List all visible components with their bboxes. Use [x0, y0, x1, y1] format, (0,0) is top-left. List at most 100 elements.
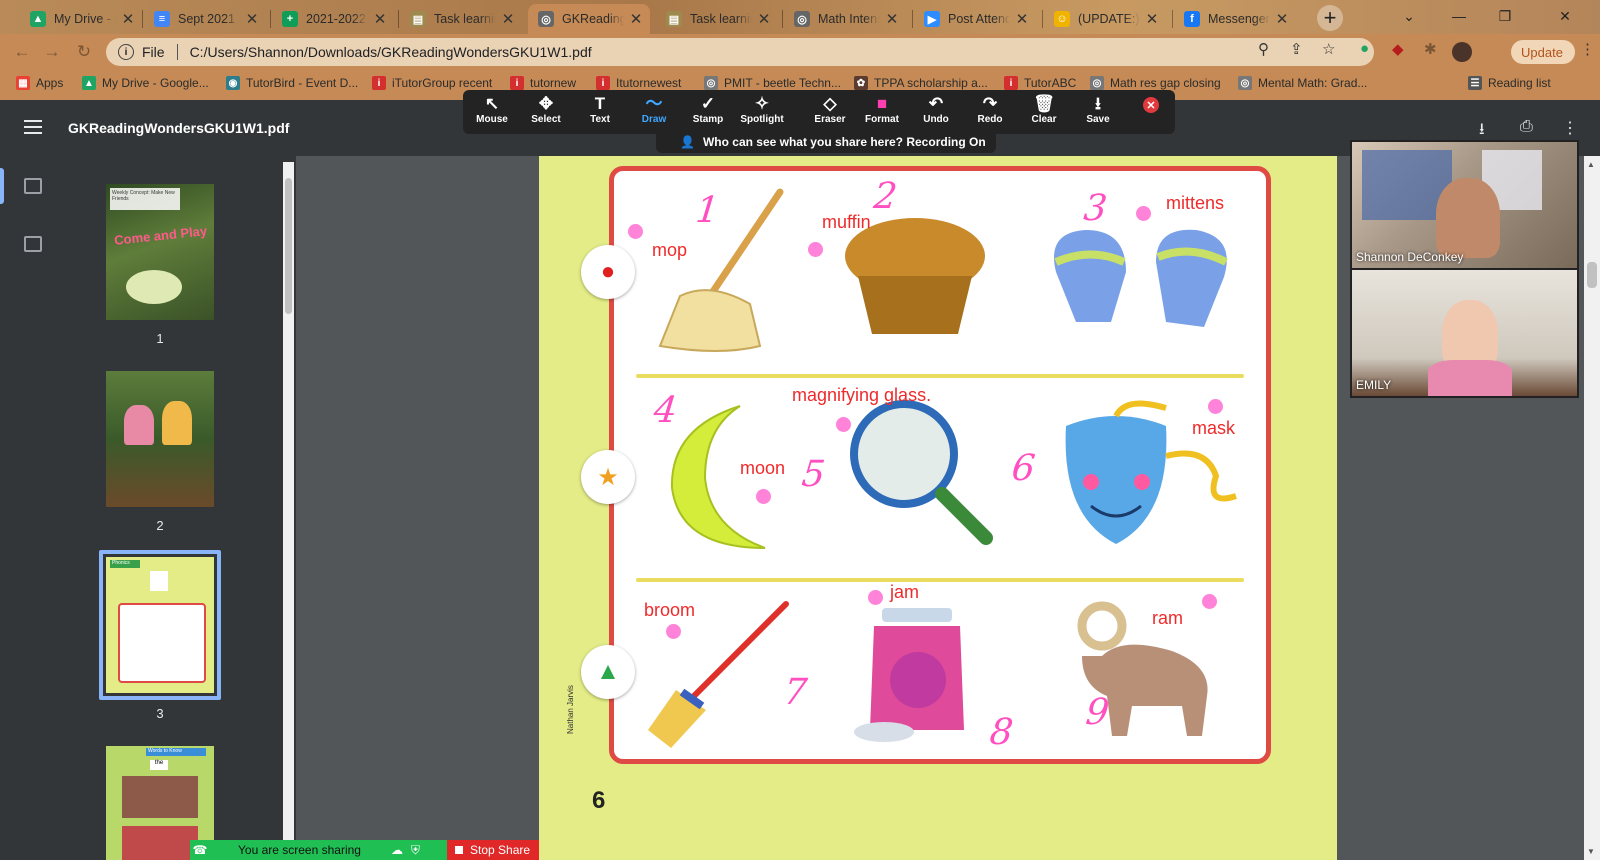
more-options-icon[interactable]: ⋮: [1562, 118, 1578, 138]
close-tab-icon[interactable]: ✕: [884, 10, 900, 28]
video-tile-student[interactable]: EMILY: [1350, 268, 1579, 398]
bookmark-item[interactable]: i tutornew: [510, 76, 576, 90]
outline-icon[interactable]: [24, 236, 42, 252]
zoom-magnifier-icon[interactable]: ⚲: [1258, 40, 1269, 58]
close-tab-icon[interactable]: ✕: [756, 10, 772, 28]
tab-separator: [142, 10, 143, 28]
tab-6[interactable]: ▤ Task learning ✕: [656, 4, 778, 34]
trash-icon: 🗑: [1033, 94, 1055, 113]
scroll-down-icon[interactable]: ▼: [1587, 847, 1595, 856]
tab-9[interactable]: ☺ (UPDATE:) N ✕: [1044, 4, 1166, 34]
tab-5[interactable]: ◎ GKReadingW ✕: [528, 4, 650, 34]
thumbnail-page-1[interactable]: Weekly Concept: Make New Friends Come an…: [106, 184, 214, 320]
close-tab-icon[interactable]: ✕: [120, 10, 136, 28]
video-tile-host[interactable]: Shannon DeConkey: [1350, 140, 1579, 270]
annotate-tool-text[interactable]: T Text: [575, 94, 625, 125]
bookmark-item[interactable]: ☰ Reading list: [1468, 76, 1551, 90]
close-tab-icon[interactable]: ✕: [1274, 10, 1290, 28]
tab-3[interactable]: +2021-2022 S ✕: [272, 4, 394, 34]
thumbnail-page-2[interactable]: [106, 371, 214, 507]
close-tab-icon[interactable]: ✕: [372, 10, 388, 28]
bookmark-item[interactable]: i Itutornewest: [596, 76, 681, 90]
tab-2[interactable]: ≡ Sept 2021 sc ✕: [144, 4, 266, 34]
document-scrollbar[interactable]: ▲ ▼: [1584, 156, 1600, 860]
minimize-icon[interactable]: —: [1436, 0, 1482, 32]
annotate-tool-undo[interactable]: ↶ Undo: [911, 94, 961, 125]
profile-avatar[interactable]: [1452, 42, 1472, 62]
stop-share-button[interactable]: Stop Share: [447, 840, 539, 860]
close-window-icon[interactable]: ✕: [1530, 0, 1600, 32]
bookmark-item[interactable]: ▦ Apps: [16, 76, 63, 90]
bookmark-label: Mental Math: Grad...: [1258, 76, 1368, 90]
ublock-icon[interactable]: ◆: [1392, 40, 1404, 58]
tab-separator: [1172, 10, 1173, 28]
document-scroll-thumb[interactable]: [1587, 262, 1597, 288]
bookmark-label: My Drive - Google...: [102, 76, 209, 90]
close-tab-icon[interactable]: ✕: [500, 10, 516, 28]
bookmark-item[interactable]: ▲ My Drive - Google...: [82, 76, 209, 90]
bookmark-label: TutorBird - Event D...: [246, 76, 359, 90]
participant-shirt: [1428, 360, 1512, 396]
bookmark-item[interactable]: ◎ PMIT - beetle Techn...: [704, 76, 841, 90]
tab-7[interactable]: ◎ Math Intens ✕: [784, 4, 906, 34]
muffin-image: [845, 218, 985, 334]
restore-icon[interactable]: ❐: [1482, 0, 1528, 32]
bookmark-item[interactable]: ◉ TutorBird - Event D...: [226, 76, 358, 90]
forward-icon[interactable]: →: [40, 40, 64, 64]
annotate-tool-redo[interactable]: ↷ Redo: [965, 94, 1015, 125]
print-icon[interactable]: ⎙: [1520, 118, 1533, 136]
annotate-tool-label: Text: [590, 114, 610, 125]
bookmark-item[interactable]: i TutorABC: [1004, 76, 1076, 90]
close-tab-icon[interactable]: ✕: [244, 10, 260, 28]
rail-selection-indicator: [0, 168, 4, 204]
annotation-dot: [836, 417, 851, 432]
bookmark-label: iTutorGroup recent: [392, 76, 493, 90]
bookmark-item[interactable]: ◎ Mental Math: Grad...: [1238, 76, 1367, 90]
address-bar[interactable]: i File C:/Users/Shannon/Downloads/GKRead…: [106, 38, 1374, 66]
pdf-title: GKReadingWondersGKU1W1.pdf: [68, 120, 290, 136]
bookmark-item[interactable]: ◎ Math res gap closing: [1090, 76, 1221, 90]
word-label: mop: [652, 240, 688, 260]
tab-4[interactable]: ▤ Task learning ✕: [400, 4, 522, 34]
screen-sharing-bar[interactable]: ☎ You are screen sharing ☁ ⛨: [190, 840, 447, 860]
sidebar-scrollbar[interactable]: [283, 162, 294, 860]
menu-hamburger-icon[interactable]: [24, 120, 42, 134]
back-icon[interactable]: ←: [10, 40, 34, 64]
sidebar-scroll-thumb[interactable]: [285, 178, 292, 314]
tab-1[interactable]: ▲ My Drive - G ✕: [20, 4, 142, 34]
tab-8[interactable]: ▶ Post Attende ✕: [914, 4, 1036, 34]
recording-banner[interactable]: 👤 Who can see what you share here? Recor…: [656, 131, 996, 153]
close-tab-icon[interactable]: ✕: [628, 10, 644, 28]
annotate-tool-mouse[interactable]: ↖ Mouse: [467, 94, 517, 125]
annotate-tool-clear[interactable]: 🗑 Clear: [1019, 94, 1069, 125]
info-icon[interactable]: i: [118, 44, 134, 60]
url-text[interactable]: C:/Users/Shannon/Downloads/GKReadingWond…: [190, 44, 592, 60]
close-tab-icon[interactable]: ✕: [1144, 10, 1160, 28]
bookmark-item[interactable]: ✿ TPPA scholarship a...: [854, 76, 988, 90]
bookmark-label: Math res gap closing: [1110, 76, 1221, 90]
tab-search-icon[interactable]: ⌄: [1386, 0, 1432, 32]
tab-10[interactable]: f Messenger | ✕: [1174, 4, 1296, 34]
page-number: 6: [592, 787, 606, 814]
annotate-tool-eraser[interactable]: ◇ Eraser: [805, 94, 855, 125]
annotate-tool-format[interactable]: ■ Format: [857, 94, 907, 125]
bookmark-item[interactable]: i iTutorGroup recent: [372, 76, 492, 90]
annotate-tool-stamp[interactable]: ✓ Stamp: [683, 94, 733, 125]
annotate-tool-spotlight[interactable]: ✧ Spotlight: [737, 94, 787, 125]
share-icon[interactable]: ⇪: [1290, 40, 1303, 58]
new-tab-button[interactable]: +: [1317, 5, 1343, 31]
reload-icon[interactable]: ↻: [72, 40, 96, 64]
close-annotate-icon[interactable]: ✕: [1143, 97, 1159, 113]
bookmark-star-icon[interactable]: ☆: [1322, 40, 1335, 58]
thumbnails-icon[interactable]: [24, 178, 42, 194]
extension-green-icon[interactable]: ●: [1360, 40, 1369, 57]
extensions-puzzle-icon[interactable]: ✱: [1424, 40, 1437, 58]
close-tab-icon[interactable]: ✕: [1014, 10, 1030, 28]
scroll-up-icon[interactable]: ▲: [1587, 160, 1595, 169]
update-button[interactable]: Update: [1511, 40, 1575, 64]
annotate-tool-select[interactable]: ✥ Select: [521, 94, 571, 125]
annotate-tool-save[interactable]: ⭳ Save: [1073, 94, 1123, 125]
annotate-tool-draw[interactable]: 〜 Draw: [629, 94, 679, 125]
browser-menu-icon[interactable]: ⋮: [1580, 40, 1595, 58]
annotate-tool-label: Select: [531, 114, 561, 125]
